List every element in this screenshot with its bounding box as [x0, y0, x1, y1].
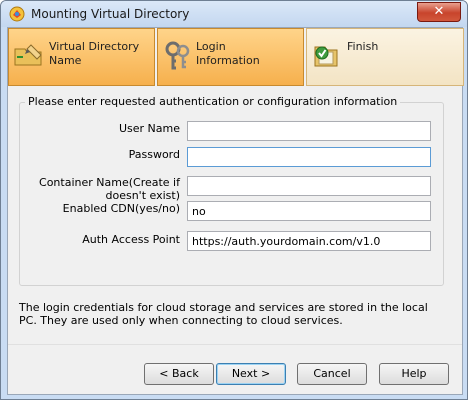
- back-button[interactable]: < Back: [144, 363, 214, 385]
- cancel-button[interactable]: Cancel: [297, 363, 367, 385]
- groupbox-legend: Please enter requested authentication or…: [25, 95, 401, 108]
- close-button[interactable]: ✕: [417, 2, 461, 22]
- folder-check-icon: [314, 46, 338, 67]
- app-icon: [9, 6, 25, 22]
- step-login-information[interactable]: Login Information: [157, 28, 304, 86]
- window-title: Mounting Virtual Directory: [31, 7, 190, 21]
- password-label: Password: [128, 148, 180, 161]
- step-label: Virtual Directory Name: [49, 40, 140, 67]
- container-name-field[interactable]: [187, 176, 431, 196]
- auth-access-point-field[interactable]: https://auth.yourdomain.com/v1.0: [187, 231, 431, 251]
- next-button[interactable]: Next >: [216, 363, 286, 385]
- keys-icon: [165, 41, 190, 70]
- help-button[interactable]: Help: [379, 363, 449, 385]
- user-name-label: User Name: [118, 122, 180, 135]
- cdn-field[interactable]: no: [187, 201, 431, 221]
- user-name-field[interactable]: [187, 121, 431, 141]
- password-field[interactable]: [187, 147, 431, 167]
- step-label: Login Information: [196, 40, 260, 67]
- cdn-label: Enabled CDN(yes/no): [62, 202, 180, 215]
- wizard-steps: Virtual Directory Name Login Information: [8, 28, 464, 86]
- button-separator: [8, 344, 462, 345]
- wizard-window: Mounting Virtual Directory ✕ Virtual Dir…: [0, 0, 468, 400]
- info-text: The login credentials for cloud storage …: [19, 301, 428, 327]
- step-label: Finish: [347, 40, 379, 53]
- container-name-label-line2: doesn't exist): [105, 189, 181, 202]
- container-name-label: Container Name(Create if: [39, 176, 180, 189]
- step-finish[interactable]: Finish: [306, 28, 464, 86]
- step-virtual-directory-name[interactable]: Virtual Directory Name: [8, 28, 155, 86]
- title-bar[interactable]: Mounting Virtual Directory ✕: [1, 1, 467, 27]
- folder-pencil-icon: [14, 44, 42, 66]
- wizard-client-area: Virtual Directory Name Login Information: [7, 27, 464, 395]
- auth-access-point-label: Auth Access Point: [82, 233, 180, 246]
